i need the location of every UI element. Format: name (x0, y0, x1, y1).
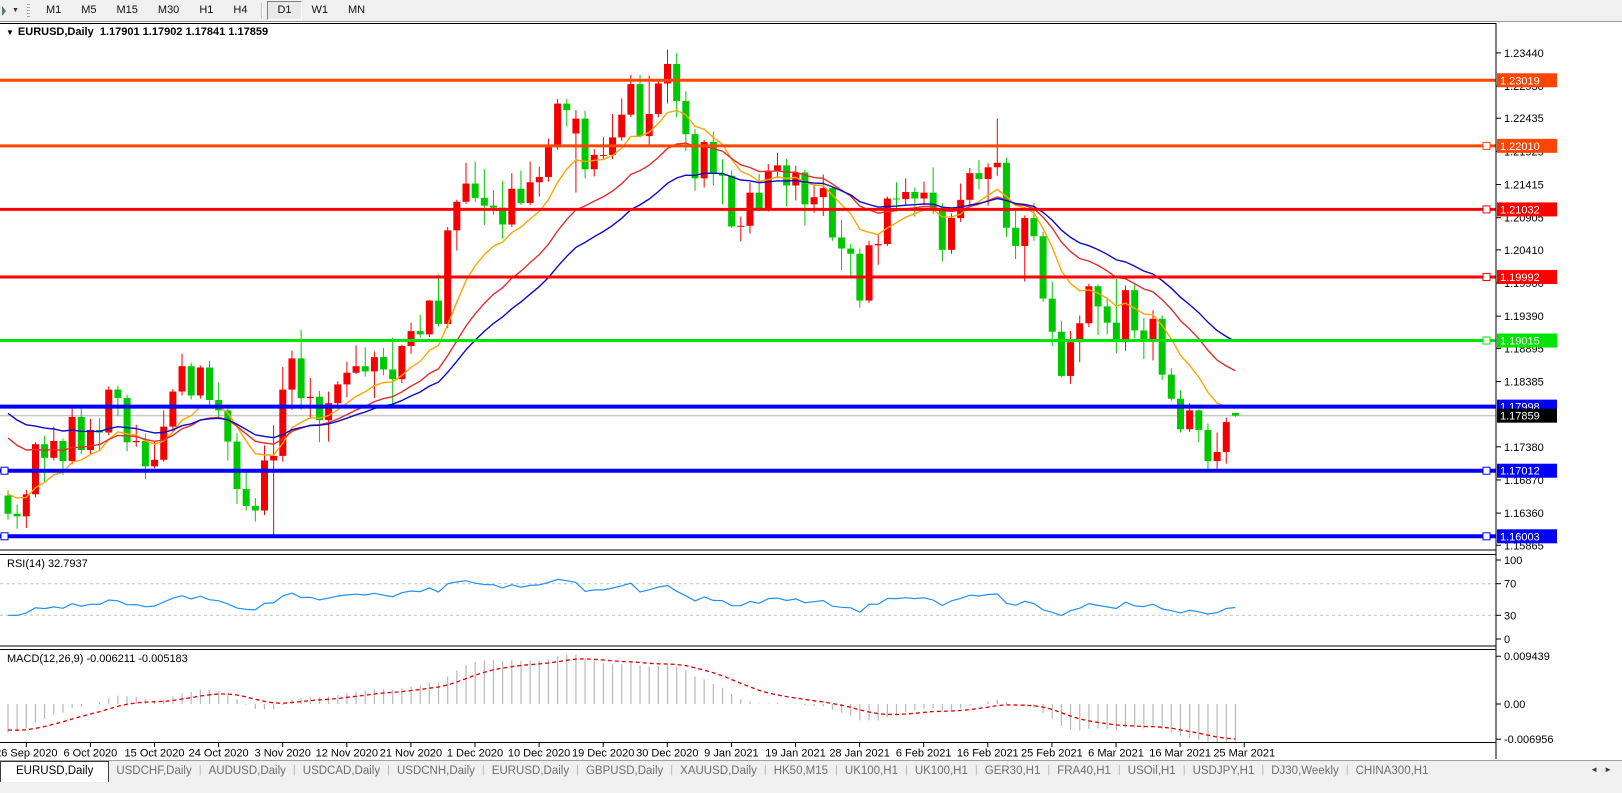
svg-text:1 Dec 2020: 1 Dec 2020 (447, 748, 503, 760)
toolbar: ▼ M1M5M15M30H1H4 D1W1MN (0, 0, 1622, 22)
tab-GBPUSD-Daily[interactable]: GBPUSD,Daily (579, 762, 670, 780)
tab-UK100-H1[interactable]: UK100,H1 (908, 762, 975, 780)
toolbar-separator (261, 3, 263, 19)
svg-text:16 Feb 2021: 16 Feb 2021 (957, 748, 1019, 760)
tab-EURUSD-Daily[interactable]: EURUSD,Daily (485, 762, 576, 780)
tab-DJ30-Weekly[interactable]: DJ30,Weekly (1264, 762, 1346, 780)
svg-text:1.22435: 1.22435 (1504, 113, 1544, 125)
timeframe-button-M5[interactable]: M5 (71, 1, 106, 20)
tab-FRA40-H1[interactable]: FRA40,H1 (1050, 762, 1118, 780)
tab-EURUSD-Daily[interactable]: EURUSD,Daily (0, 761, 109, 782)
tab-USDCNH-Daily[interactable]: USDCNH,Daily (390, 762, 482, 780)
chart-symbol-label: EURUSD,Daily (18, 26, 94, 38)
svg-text:16 Mar 2021: 16 Mar 2021 (1149, 748, 1211, 760)
tab-USDJPY-H1[interactable]: USDJPY,H1 (1186, 762, 1262, 780)
svg-text:1.23440: 1.23440 (1504, 48, 1544, 60)
svg-text:30: 30 (1504, 610, 1516, 622)
price-chart-canvas[interactable]: 1.234401.229301.224351.219251.214151.209… (0, 22, 1622, 760)
svg-text:26 Sep 2020: 26 Sep 2020 (0, 748, 57, 760)
svg-text:6 Oct 2020: 6 Oct 2020 (63, 748, 117, 760)
svg-text:25 Mar 2021: 25 Mar 2021 (1213, 748, 1275, 760)
rsi-indicator-label: RSI(14) 32.7937 (7, 558, 88, 570)
macd-indicator-label: MACD(12,26,9) -0.006211 -0.005183 (7, 653, 188, 665)
svg-text:3 Nov 2020: 3 Nov 2020 (255, 748, 311, 760)
hline-handle (1483, 274, 1490, 281)
svg-text:-0.006956: -0.006956 (1504, 734, 1554, 746)
svg-text:1.22010: 1.22010 (1500, 141, 1540, 153)
hline-handle (1483, 142, 1490, 149)
hline-handle (1483, 337, 1490, 344)
svg-text:1.19015: 1.19015 (1500, 336, 1540, 348)
tab-CHINA300-H1[interactable]: CHINA300,H1 (1349, 762, 1436, 780)
svg-text:1.19992: 1.19992 (1500, 272, 1540, 284)
hline-handle (1, 467, 8, 474)
caret-down-icon[interactable]: ▼ (10, 7, 25, 14)
svg-text:1.21032: 1.21032 (1500, 204, 1540, 216)
svg-text:1.16360: 1.16360 (1504, 508, 1544, 520)
svg-text:100: 100 (1504, 555, 1522, 567)
svg-text:0: 0 (1504, 634, 1510, 646)
timeframe-button-M30[interactable]: M30 (148, 1, 189, 20)
svg-text:1.21415: 1.21415 (1504, 180, 1544, 192)
svg-text:0.009439: 0.009439 (1504, 651, 1550, 663)
tab-HK50-M15[interactable]: HK50,M15 (767, 762, 835, 780)
hline-handle (1483, 533, 1490, 540)
tab-GER30-H1[interactable]: GER30,H1 (978, 762, 1048, 780)
svg-text:6 Feb 2021: 6 Feb 2021 (896, 748, 952, 760)
cursor-tool-icon[interactable] (0, 3, 10, 19)
svg-text:24 Oct 2020: 24 Oct 2020 (189, 748, 249, 760)
chart-menu-arrow-icon[interactable]: ▼ (6, 28, 14, 37)
timeframe-buttons: M1M5M15M30H1H4 D1W1MN (36, 1, 375, 20)
svg-text:1.16003: 1.16003 (1500, 531, 1540, 543)
svg-text:1.23019: 1.23019 (1500, 75, 1540, 87)
svg-text:1.17012: 1.17012 (1500, 466, 1540, 478)
toolbar-grip (27, 4, 30, 18)
timeframe-button-M15[interactable]: M15 (107, 1, 148, 20)
svg-text:19 Dec 2020: 19 Dec 2020 (572, 748, 634, 760)
svg-text:30 Dec 2020: 30 Dec 2020 (636, 748, 698, 760)
svg-text:6 Mar 2021: 6 Mar 2021 (1088, 748, 1144, 760)
tab-USDCAD-Daily[interactable]: USDCAD,Daily (296, 762, 387, 780)
symbol-tab-bar: EURUSD,DailyUSDCHF,Daily|AUDUSD,Daily|US… (0, 760, 1622, 792)
svg-text:12 Nov 2020: 12 Nov 2020 (316, 748, 378, 760)
svg-text:25 Feb 2021: 25 Feb 2021 (1021, 748, 1083, 760)
timeframe-button-H1[interactable]: H1 (189, 1, 223, 20)
svg-text:28 Jan 2021: 28 Jan 2021 (829, 748, 890, 760)
svg-text:1.18385: 1.18385 (1504, 376, 1544, 388)
svg-text:1.17380: 1.17380 (1504, 442, 1544, 454)
hline-handle (1483, 206, 1490, 213)
timeframe-button-M1[interactable]: M1 (36, 1, 71, 20)
chart-title: ▼ EURUSD,Daily 1.17901 1.17902 1.17841 1.… (6, 26, 268, 38)
timeframe-button-H4[interactable]: H4 (223, 1, 257, 20)
svg-text:21 Nov 2020: 21 Nov 2020 (380, 748, 442, 760)
tab-scroll-arrows[interactable]: ◄► (1590, 765, 1618, 774)
tab-USDCHF-Daily[interactable]: USDCHF,Daily (109, 762, 198, 780)
timeframe-button-D1[interactable]: D1 (267, 1, 301, 20)
timeframe-button-MN[interactable]: MN (338, 1, 375, 20)
svg-text:1.20410: 1.20410 (1504, 245, 1544, 257)
hline-handle (1483, 467, 1490, 474)
tab-USOil-H1[interactable]: USOil,H1 (1121, 762, 1183, 780)
tab-XAUUSD-Daily[interactable]: XAUUSD,Daily (673, 762, 764, 780)
svg-text:70: 70 (1504, 579, 1516, 591)
svg-text:0.00: 0.00 (1504, 699, 1525, 711)
svg-text:15 Oct 2020: 15 Oct 2020 (125, 748, 185, 760)
svg-text:19 Jan 2021: 19 Jan 2021 (765, 748, 826, 760)
svg-text:9 Jan 2021: 9 Jan 2021 (704, 748, 758, 760)
svg-text:1.17859: 1.17859 (1500, 411, 1540, 423)
tab-UK100-H1[interactable]: UK100,H1 (838, 762, 905, 780)
hline-handle (1, 533, 8, 540)
svg-text:10 Dec 2020: 10 Dec 2020 (508, 748, 570, 760)
chart-area: 1.234401.229301.224351.219251.214151.209… (0, 22, 1622, 760)
svg-text:1.19390: 1.19390 (1504, 311, 1544, 323)
timeframe-button-W1[interactable]: W1 (302, 1, 339, 20)
chart-ohlc-values: 1.17901 1.17902 1.17841 1.17859 (100, 26, 268, 38)
tab-AUDUSD-Daily[interactable]: AUDUSD,Daily (202, 762, 293, 780)
